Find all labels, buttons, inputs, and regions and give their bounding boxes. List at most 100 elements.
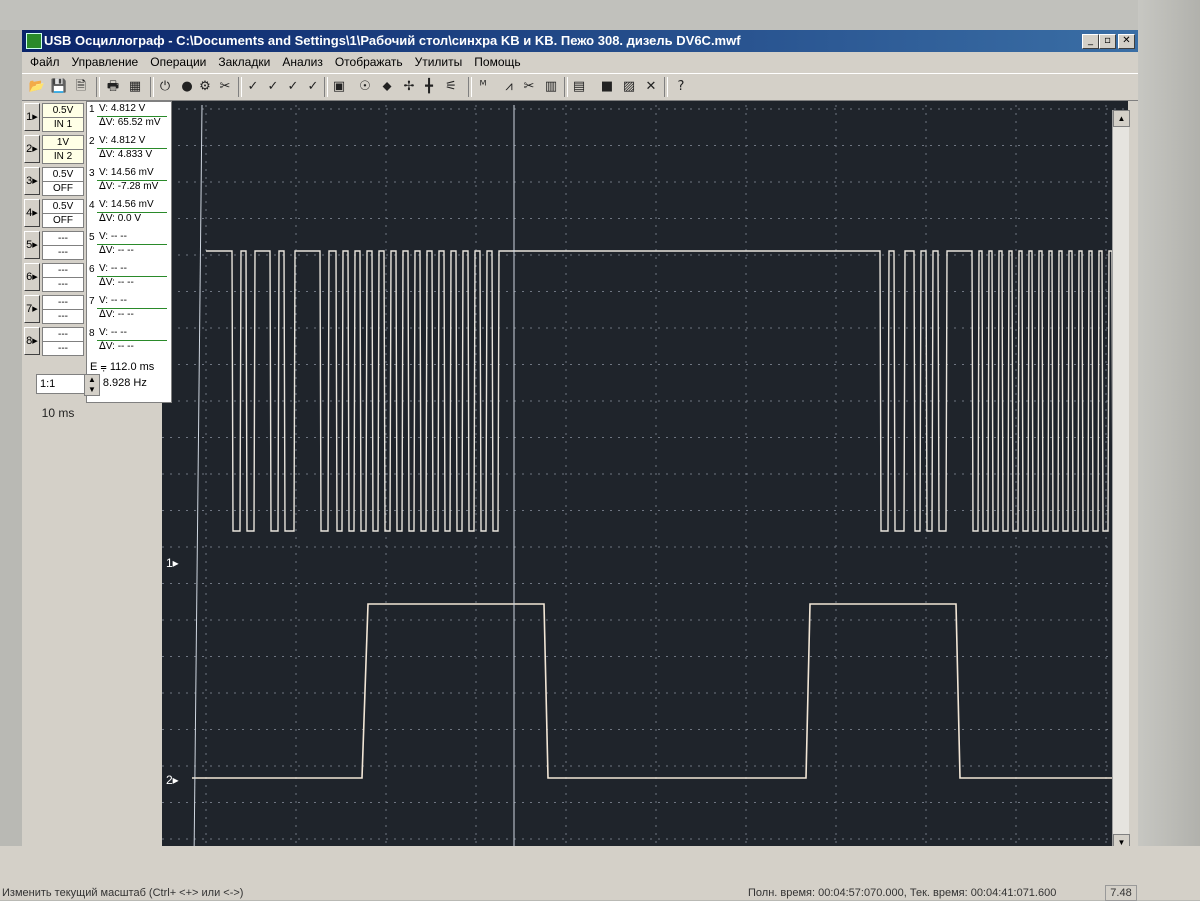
time-per-division: 10 ms bbox=[41, 406, 75, 420]
measurement-channel: 1 bbox=[89, 104, 95, 115]
cursor-cross-icon[interactable]: ╋ bbox=[420, 78, 438, 96]
channel-1-input[interactable]: IN 1 bbox=[42, 117, 84, 132]
pin-icon[interactable]: ✂ bbox=[216, 78, 234, 96]
check-edit-icon[interactable]: ✓ bbox=[264, 78, 282, 96]
toolbar-separator bbox=[238, 77, 242, 97]
channel-7-volts[interactable]: --- bbox=[42, 295, 84, 310]
toolbar-separator bbox=[564, 77, 568, 97]
menu-file[interactable]: Файл bbox=[24, 52, 66, 69]
app-icon bbox=[26, 33, 42, 49]
stop-icon[interactable]: ⏻ bbox=[156, 78, 174, 96]
align-icon[interactable]: ▥ bbox=[542, 78, 560, 96]
close-marker-icon[interactable]: ✕ bbox=[642, 78, 660, 96]
measurement-voltage: V: -- -- bbox=[99, 295, 127, 306]
channel-4-input[interactable]: OFF bbox=[42, 213, 84, 228]
open-icon[interactable]: 📂 bbox=[28, 78, 46, 96]
cut-icon[interactable]: ✂ bbox=[520, 78, 538, 96]
grid-icon[interactable]: ▨ bbox=[620, 78, 638, 96]
menu-control[interactable]: Управление bbox=[66, 52, 145, 69]
measure-icon[interactable]: ⚟ bbox=[442, 78, 460, 96]
channel-2-input[interactable]: IN 2 bbox=[42, 149, 84, 164]
check-add-icon[interactable]: ✓ bbox=[284, 78, 302, 96]
toolbar: 📂 💾 🗎 🖶 ▦ ⏻ ● ⚙ ✂ ✓ ✓ ✓ ✓ ▣ ☉ ⬥ ✢ ╋ ⚟ ᴹ ⩘ ✂ ▥ ▤ ■ ▨ ✕? bbox=[22, 73, 1138, 101]
channel-2-marker: 2▸ bbox=[166, 773, 179, 787]
channel-6-button[interactable]: 6▸ bbox=[24, 263, 40, 291]
menu-display[interactable]: Отображать bbox=[329, 52, 409, 69]
measurement-row: 4 V: 14.56 mV ᐃV: 0.0 V bbox=[89, 198, 169, 232]
channel-2-volts[interactable]: 1V bbox=[42, 135, 84, 150]
scope-canvas[interactable]: 1▸ 2▸ B A bbox=[22, 101, 1138, 876]
marker-icon[interactable]: ⬥ bbox=[378, 78, 396, 96]
channel-panel: 1▸ 0.5V IN 1 2▸ 1V IN 2 3▸ 0.5V OFF 4▸ 0.5V OFF 5▸ --… bbox=[22, 101, 188, 471]
channel-5-button[interactable]: 5▸ bbox=[24, 231, 40, 259]
print-preview-icon[interactable]: ▦ bbox=[126, 78, 144, 96]
minimize-button[interactable]: _ bbox=[1082, 34, 1099, 49]
menu-operations[interactable]: Операции bbox=[144, 52, 212, 69]
title-bar[interactable]: USB Осциллограф - C:\Documents and Setti… bbox=[22, 30, 1138, 52]
status-times: Полн. время: 00:04:57:070.000, Тек. врем… bbox=[748, 887, 1057, 899]
memory-icon[interactable]: ᴹ bbox=[474, 78, 492, 96]
channel-6-input[interactable]: --- bbox=[42, 277, 84, 292]
record-icon[interactable]: ● bbox=[178, 78, 196, 96]
scope-icon[interactable]: ☉ bbox=[356, 78, 374, 96]
check-icon[interactable]: ✓ bbox=[244, 78, 262, 96]
help-icon[interactable]: ? bbox=[672, 78, 690, 96]
status-hint: Изменить текущий масштаб (Ctrl+ <+> или … bbox=[2, 887, 244, 899]
maximize-button[interactable]: ▫ bbox=[1099, 34, 1116, 49]
channel-2-button[interactable]: 2▸ bbox=[24, 135, 40, 163]
save-as-icon[interactable]: 🗎 bbox=[72, 78, 90, 96]
measurement-row: 6 V: -- -- ᐃV: -- -- bbox=[89, 262, 169, 296]
measurement-delta: ᐃV: -7.28 mV bbox=[99, 181, 159, 192]
menu-analysis[interactable]: Анализ bbox=[276, 52, 329, 69]
channel-1-volts[interactable]: 0.5V bbox=[42, 103, 84, 118]
measurement-delta: ᐃV: -- -- bbox=[99, 277, 134, 288]
channel-4-volts[interactable]: 0.5V bbox=[42, 199, 84, 214]
measurement-row: 7 V: -- -- ᐃV: -- -- bbox=[89, 294, 169, 328]
channel-1-marker: 1▸ bbox=[166, 556, 179, 570]
channel-7-input[interactable]: --- bbox=[42, 309, 84, 324]
save-icon[interactable]: 💾 bbox=[50, 78, 68, 96]
vertical-scrollbar[interactable]: ▲ ▼ bbox=[1112, 110, 1130, 851]
channel-8-button[interactable]: 8▸ bbox=[24, 327, 40, 355]
check-minus-icon[interactable]: ✓ bbox=[304, 78, 322, 96]
oscilloscope-display[interactable]: 1▸ 2▸ B A bbox=[22, 101, 1138, 876]
channel-8-input[interactable]: --- bbox=[42, 341, 84, 356]
scale-spinner[interactable]: ▲ ▼ bbox=[84, 374, 100, 396]
measurement-voltage: V: -- -- bbox=[99, 263, 127, 274]
scale-select[interactable]: 1:1 bbox=[36, 374, 85, 394]
square-icon[interactable]: ■ bbox=[598, 78, 616, 96]
measurement-delta: ᐃV: -- -- bbox=[99, 245, 134, 256]
measurement-delta: ᐃV: -- -- bbox=[99, 341, 134, 352]
channel-4-button[interactable]: 4▸ bbox=[24, 199, 40, 227]
print-icon[interactable]: 🖶 bbox=[104, 78, 122, 96]
channel-6-volts[interactable]: --- bbox=[42, 263, 84, 278]
scroll-up-icon[interactable]: ▲ bbox=[1113, 110, 1130, 127]
channel-3-input[interactable]: OFF bbox=[42, 181, 84, 196]
signal-icon[interactable]: ▣ bbox=[330, 78, 348, 96]
channel-8-volts[interactable]: --- bbox=[42, 327, 84, 342]
channel-1-button[interactable]: 1▸ bbox=[24, 103, 40, 131]
channel-5-volts[interactable]: --- bbox=[42, 231, 84, 246]
measurement-row: 3 V: 14.56 mV ᐃV: -7.28 mV bbox=[89, 166, 169, 200]
channel-3-button[interactable]: 3▸ bbox=[24, 167, 40, 195]
cursor-icon[interactable]: ✢ bbox=[400, 78, 418, 96]
channel-5-input[interactable]: --- bbox=[42, 245, 84, 260]
status-zoom: 7.48 bbox=[1105, 885, 1137, 901]
measurement-voltage: V: 14.56 mV bbox=[99, 199, 154, 210]
measurement-delta: ᐃV: 0.0 V bbox=[99, 213, 142, 224]
toolbar-separator bbox=[150, 77, 154, 97]
display-icon[interactable]: ▤ bbox=[570, 78, 588, 96]
measurement-row: 8 V: -- -- ᐃV: -- -- bbox=[89, 326, 169, 360]
spin-down-icon[interactable]: ▼ bbox=[85, 385, 99, 395]
spin-up-icon[interactable]: ▲ bbox=[85, 375, 99, 385]
channel-3-volts[interactable]: 0.5V bbox=[42, 167, 84, 182]
menu-bookmarks[interactable]: Закладки bbox=[212, 52, 276, 69]
menu-utilities[interactable]: Утилиты bbox=[409, 52, 469, 69]
toolbar-separator bbox=[468, 77, 472, 97]
menu-help[interactable]: Помощь bbox=[468, 52, 526, 69]
channel-7-button[interactable]: 7▸ bbox=[24, 295, 40, 323]
channel-setup-icon[interactable]: ⚙ bbox=[196, 78, 214, 96]
close-button[interactable]: ✕ bbox=[1118, 34, 1135, 49]
filter-icon[interactable]: ⩘ bbox=[500, 78, 518, 96]
window-title: USB Осциллограф - C:\Documents and Setti… bbox=[44, 33, 741, 48]
